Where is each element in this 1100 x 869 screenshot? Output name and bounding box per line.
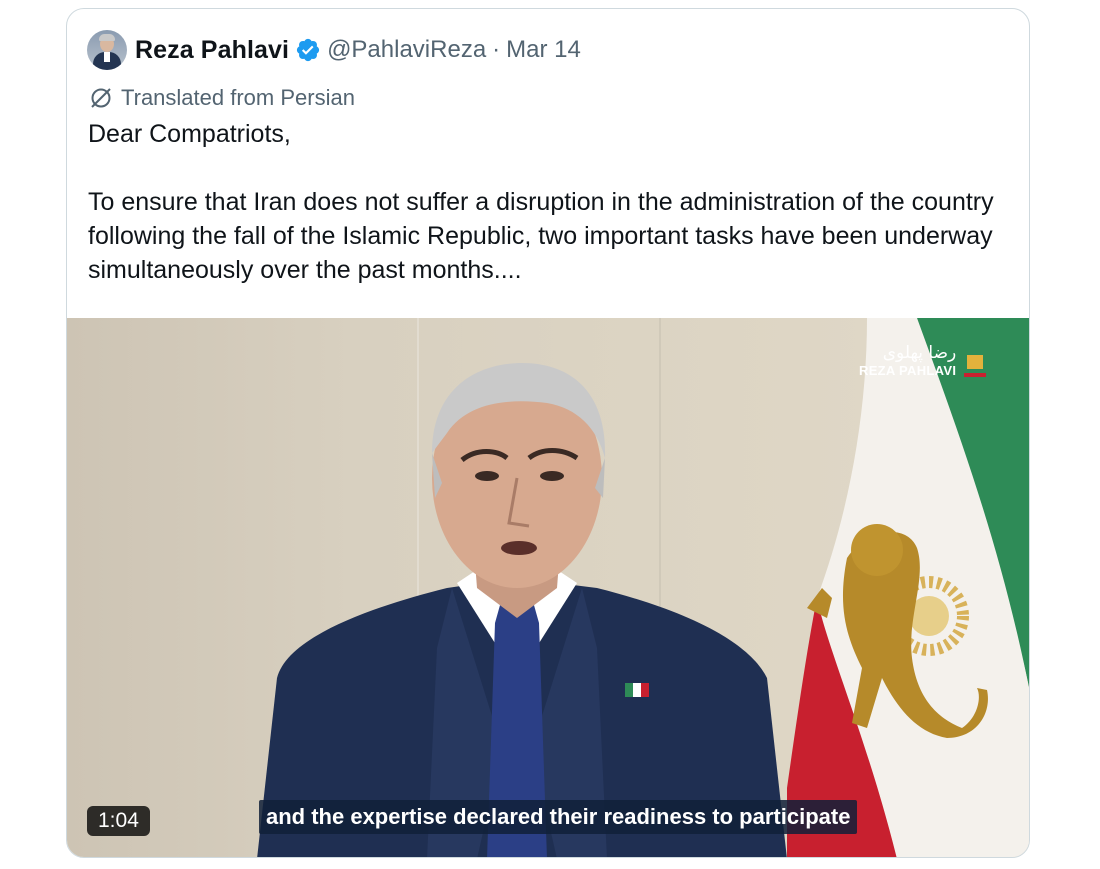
tweet-card[interactable]: Reza Pahlavi @PahlaviReza · Mar 14 Trans… <box>66 8 1030 858</box>
video-duration-badge: 1:04 <box>87 806 150 836</box>
video-caption: and the expertise declared their readine… <box>259 800 858 834</box>
video-player[interactable]: رضا پهلوی REZA PAHLAVI and the expertise… <box>67 318 1029 857</box>
flag-logo-icon <box>964 347 986 377</box>
tweet-header: Reza Pahlavi @PahlaviReza · Mar 14 <box>87 29 581 71</box>
tweet-text: Dear Compatriots, To ensure that Iran do… <box>88 120 994 284</box>
iran-flag-image <box>787 318 1029 857</box>
translation-notice[interactable]: Translated from Persian <box>89 85 355 111</box>
avatar[interactable] <box>87 30 127 70</box>
watermark-english: REZA PAHLAVI <box>859 363 957 378</box>
author-handle[interactable]: @PahlaviReza <box>327 36 486 64</box>
tweet-date[interactable]: Mar 14 <box>506 36 581 64</box>
separator-dot: · <box>492 36 501 63</box>
translated-label: Translated from Persian <box>121 85 355 110</box>
verified-badge-icon <box>295 37 321 63</box>
speaker-image <box>257 363 787 857</box>
channel-watermark: رضا پهلوی REZA PAHLAVI <box>859 343 956 378</box>
watermark-persian: رضا پهلوی <box>882 343 957 363</box>
author-name[interactable]: Reza Pahlavi <box>135 36 289 65</box>
translate-icon <box>91 88 111 108</box>
